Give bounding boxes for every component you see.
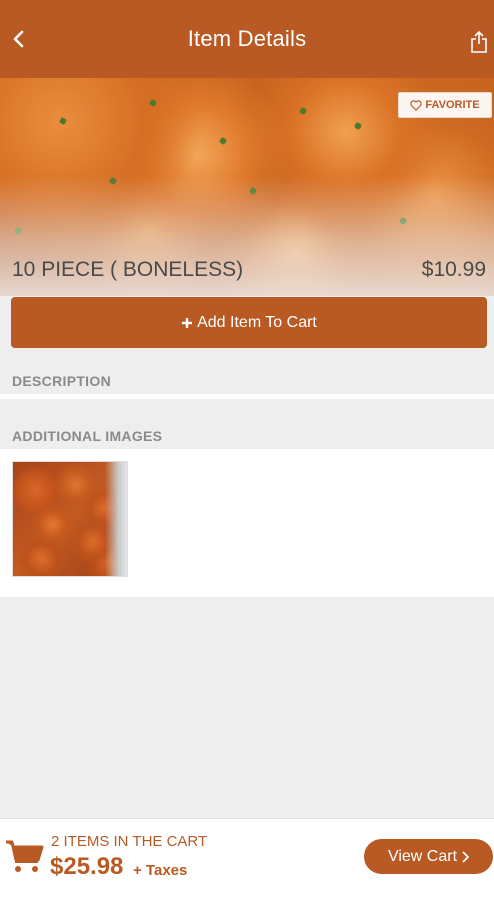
plus-icon bbox=[182, 317, 193, 328]
add-to-cart-label: Add Item To Cart bbox=[197, 313, 317, 331]
description-body bbox=[0, 394, 494, 399]
item-name: 10 PIECE ( BONELESS) bbox=[12, 258, 244, 281]
favorite-button[interactable]: FAVORITE bbox=[398, 92, 492, 118]
back-arrow-icon bbox=[13, 30, 24, 48]
garnish-decoration bbox=[218, 136, 228, 146]
cart-total: $25.98 bbox=[50, 853, 124, 880]
garnish-decoration bbox=[108, 176, 118, 186]
cart-taxes-note: + Taxes bbox=[133, 862, 188, 879]
page-title: Item Details bbox=[187, 26, 307, 51]
garnish-decoration bbox=[58, 116, 68, 126]
view-cart-label: View Cart bbox=[387, 847, 458, 865]
back-button[interactable] bbox=[4, 24, 34, 54]
share-icon bbox=[471, 30, 487, 53]
garnish-decoration bbox=[13, 226, 23, 236]
description-heading: DESCRIPTION bbox=[12, 373, 111, 389]
garnish-decoration bbox=[148, 98, 158, 108]
garnish-decoration bbox=[353, 121, 363, 131]
heart-outline-icon bbox=[410, 99, 423, 111]
favorite-label: FAVORITE bbox=[425, 99, 480, 111]
add-to-cart-button[interactable]: Add Item To Cart bbox=[11, 297, 487, 348]
cart-item-count: 2 ITEMS IN THE CART bbox=[51, 833, 208, 850]
shopping-cart-icon bbox=[6, 840, 44, 872]
item-price: $10.99 bbox=[421, 258, 486, 281]
garnish-decoration bbox=[398, 216, 408, 226]
view-cart-button[interactable]: View Cart bbox=[364, 839, 493, 874]
additional-image-thumbnail[interactable] bbox=[12, 461, 128, 577]
chevron-right-icon bbox=[462, 850, 470, 863]
share-button[interactable] bbox=[466, 28, 492, 56]
garnish-decoration bbox=[298, 106, 308, 116]
garnish-decoration bbox=[248, 186, 258, 196]
additional-images-heading: ADDITIONAL IMAGES bbox=[12, 428, 163, 444]
app-header: Item Details bbox=[0, 0, 494, 78]
